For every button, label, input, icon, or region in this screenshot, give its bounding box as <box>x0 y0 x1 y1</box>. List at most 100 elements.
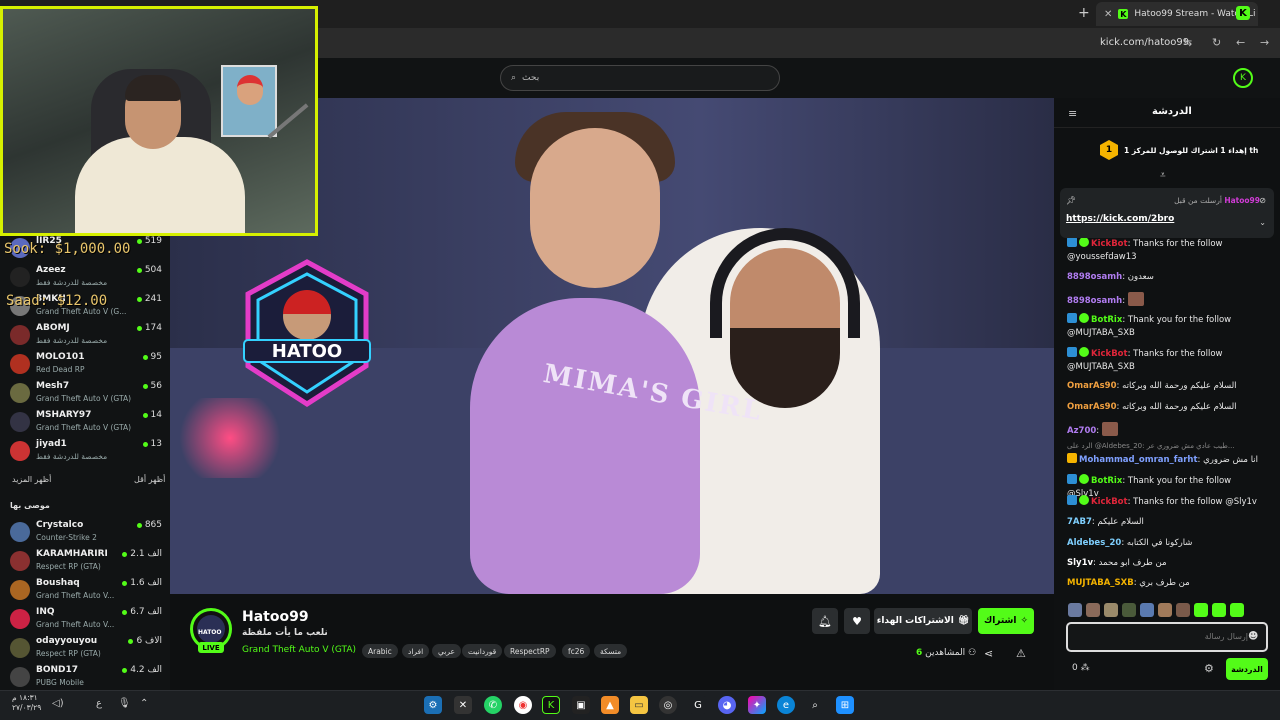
channel-points[interactable]: 0 ⁂ <box>1072 663 1090 673</box>
new-tab-button[interactable]: + <box>1078 5 1090 21</box>
stream-tag[interactable]: Arabic <box>362 644 398 658</box>
discord-icon[interactable]: ◕ <box>718 696 736 714</box>
edge-icon[interactable]: e <box>777 696 795 714</box>
notification-button[interactable]: 🔔︎ <box>812 608 838 634</box>
reload-icon[interactable]: ↻ <box>1212 36 1221 49</box>
stream-tag[interactable]: متسكة <box>594 644 628 658</box>
vlc-icon[interactable]: ▲ <box>601 696 619 714</box>
stream-tag[interactable]: افراد <box>402 644 430 658</box>
close-tab-icon[interactable]: ✕ <box>1104 9 1112 20</box>
chevron-down-icon[interactable]: ⌄ <box>1259 218 1266 227</box>
chat-username[interactable]: Az700 <box>1067 426 1096 436</box>
recommended-channel-item[interactable]: INQ Grand Theft Auto V... 6.7 الف <box>10 607 162 635</box>
emoji-icon[interactable]: ☻ <box>1248 631 1258 642</box>
kick-extension-icon[interactable]: K <box>1236 6 1250 20</box>
chat-username[interactable]: 8898osamh <box>1067 296 1122 306</box>
chat-username[interactable]: KickBot <box>1091 349 1128 359</box>
xbox-icon[interactable]: ✕ <box>454 696 472 714</box>
gift-subs-button[interactable]: الاشتراكات الهداء 🎁︎ <box>874 608 972 634</box>
recommended-channel-item[interactable]: Boushaq Grand Theft Auto V... 1.6 الف <box>10 578 162 606</box>
stream-tag[interactable]: قوردانيت <box>462 644 503 658</box>
stream-tag[interactable]: fc26 <box>562 644 591 658</box>
emote-icon[interactable] <box>1068 603 1082 617</box>
chrome-icon[interactable]: ◉ <box>514 696 532 714</box>
share-icon[interactable]: ⋖ <box>984 647 993 660</box>
chat-text: من طرف ابو محمد <box>1098 558 1167 568</box>
chat-input[interactable]: إرسال رسالة ☻ <box>1066 622 1268 652</box>
chat-username[interactable]: BotRix <box>1091 315 1122 325</box>
emote-icon[interactable] <box>1158 603 1172 617</box>
emote-icon[interactable] <box>1230 603 1244 617</box>
emote-icon[interactable] <box>1122 603 1136 617</box>
recommended-channel-item[interactable]: BOND17 PUBG Mobile 4.2 الف <box>10 665 162 693</box>
chat-username[interactable]: 8898osamh <box>1067 272 1122 282</box>
search-input[interactable]: ⌕ بحث <box>500 65 780 91</box>
chat-username[interactable]: Sly1v <box>1067 558 1093 568</box>
volume-icon[interactable]: ◁) <box>52 698 64 709</box>
sidebar-channel-item[interactable]: Mesh7 Grand Theft Auto V (GTA) 56 <box>10 381 162 409</box>
sidebar-channel-item[interactable]: MSHARY97 Grand Theft Auto V (GTA) 14 <box>10 410 162 438</box>
follow-heart-button[interactable]: ♥ <box>844 608 870 634</box>
windows-start-icon[interactable]: ⊞ <box>836 696 854 714</box>
taskbar-clock[interactable]: ١٨:٣١ م ٢٧/٠٣/٢٩ <box>12 693 41 713</box>
chat-username[interactable]: KickBot <box>1091 497 1128 507</box>
viewers-value: 504 <box>144 265 162 275</box>
recommended-channel-item[interactable]: Crystalco Counter-Strike 2 865 <box>10 520 162 548</box>
url-text[interactable]: kick.com/hatoo99 <box>1100 37 1189 48</box>
folder-icon[interactable]: ▭ <box>630 696 648 714</box>
emote-icon[interactable] <box>1140 603 1154 617</box>
capcut-icon[interactable]: ▣ <box>572 696 590 714</box>
sidebar-channel-item[interactable]: Azeez مخصصة للدردشة فقط 504 <box>10 265 162 293</box>
back-icon[interactable]: ← <box>1236 36 1245 49</box>
hide-pin-icon[interactable]: ⊘ <box>1259 196 1266 205</box>
report-icon[interactable]: ⚠ <box>1016 647 1026 660</box>
keyboard-language[interactable]: ع <box>96 698 102 709</box>
chat-username[interactable]: OmarAs90 <box>1067 402 1116 412</box>
sidebar-channel-item[interactable]: ABOMJ مخصصة للدردشة فقط 174 <box>10 323 162 351</box>
show-less-link[interactable]: أظهر أقل <box>134 475 165 484</box>
chat-username[interactable]: BotRix <box>1091 476 1122 486</box>
emote-icon[interactable] <box>1194 603 1208 617</box>
sidebar-channel-item[interactable]: jiyad1 مخصصة للدردشة فقط 13 <box>10 439 162 467</box>
recent-emotes[interactable] <box>1068 603 1268 617</box>
stream-tag[interactable]: عربي <box>432 644 461 658</box>
emote-icon[interactable] <box>1176 603 1190 617</box>
channel-viewers: 504 <box>136 265 162 275</box>
emote-icon[interactable] <box>1212 603 1226 617</box>
sidebar-channel-item[interactable]: MOLO101 Red Dead RP 95 <box>10 352 162 380</box>
whatsapp-icon[interactable]: ✆ <box>484 696 502 714</box>
gamepad-icon[interactable]: G <box>689 696 707 714</box>
filter-icon[interactable]: ⩡ <box>1160 170 1166 181</box>
send-chat-button[interactable]: الدردشة <box>1226 658 1268 680</box>
recommended-channel-item[interactable]: odayyouyou Respect RP (GTA) 6 الاف <box>10 636 162 664</box>
kick-app-icon[interactable]: K <box>542 696 560 714</box>
stream-category[interactable]: Grand Theft Auto V (GTA) <box>242 645 356 655</box>
gear-icon[interactable]: ⚙ <box>1204 662 1214 675</box>
copilot-icon[interactable]: ✦ <box>748 696 766 714</box>
kick-logo-icon[interactable]: K <box>1233 68 1253 88</box>
mic-icon[interactable]: 🎙︎ <box>118 698 131 709</box>
show-more-link[interactable]: أظهر المزيد <box>12 475 51 484</box>
chat-collapse-icon[interactable]: ≡ <box>1068 107 1077 120</box>
chat-username[interactable]: Aldebes_20 <box>1067 538 1121 548</box>
subscribe-button[interactable]: اشتراك ✧ <box>978 608 1034 634</box>
recommended-channel-item[interactable]: KARAMHARIRI Respect RP (GTA) 2.1 الف <box>10 549 162 577</box>
chat-username[interactable]: MUJTABA_SXB <box>1067 578 1134 588</box>
chat-username[interactable]: KickBot <box>1091 239 1128 249</box>
forward-icon[interactable]: → <box>1260 36 1269 49</box>
browser-tab[interactable]: ✕ K Hatoo99 Stream - Watch Li <box>1096 2 1258 26</box>
channel-name[interactable]: Hatoo99 <box>242 609 309 625</box>
tray-chevron-icon[interactable]: ⌃ <box>140 698 148 709</box>
tune-icon[interactable]: ⇆ <box>1183 36 1192 49</box>
chat-username[interactable]: OmarAs90 <box>1067 381 1116 391</box>
chat-username[interactable]: 7AB7 <box>1067 517 1092 527</box>
pinned-message[interactable]: 📌︎ أرسلت من قبل Hatoo99 ⊘ https://kick.c… <box>1060 188 1274 238</box>
chat-username[interactable]: Mohammad_omran_farht <box>1079 455 1198 465</box>
obs-icon[interactable]: ◎ <box>659 696 677 714</box>
stream-tag[interactable]: RespectRP <box>504 644 556 658</box>
steam-icon[interactable]: ⚙ <box>424 696 442 714</box>
pinned-link[interactable]: https://kick.com/2bro <box>1066 214 1174 224</box>
emote-icon[interactable] <box>1104 603 1118 617</box>
emote-icon[interactable] <box>1086 603 1100 617</box>
search-taskbar-icon[interactable]: ⌕ <box>806 696 824 714</box>
